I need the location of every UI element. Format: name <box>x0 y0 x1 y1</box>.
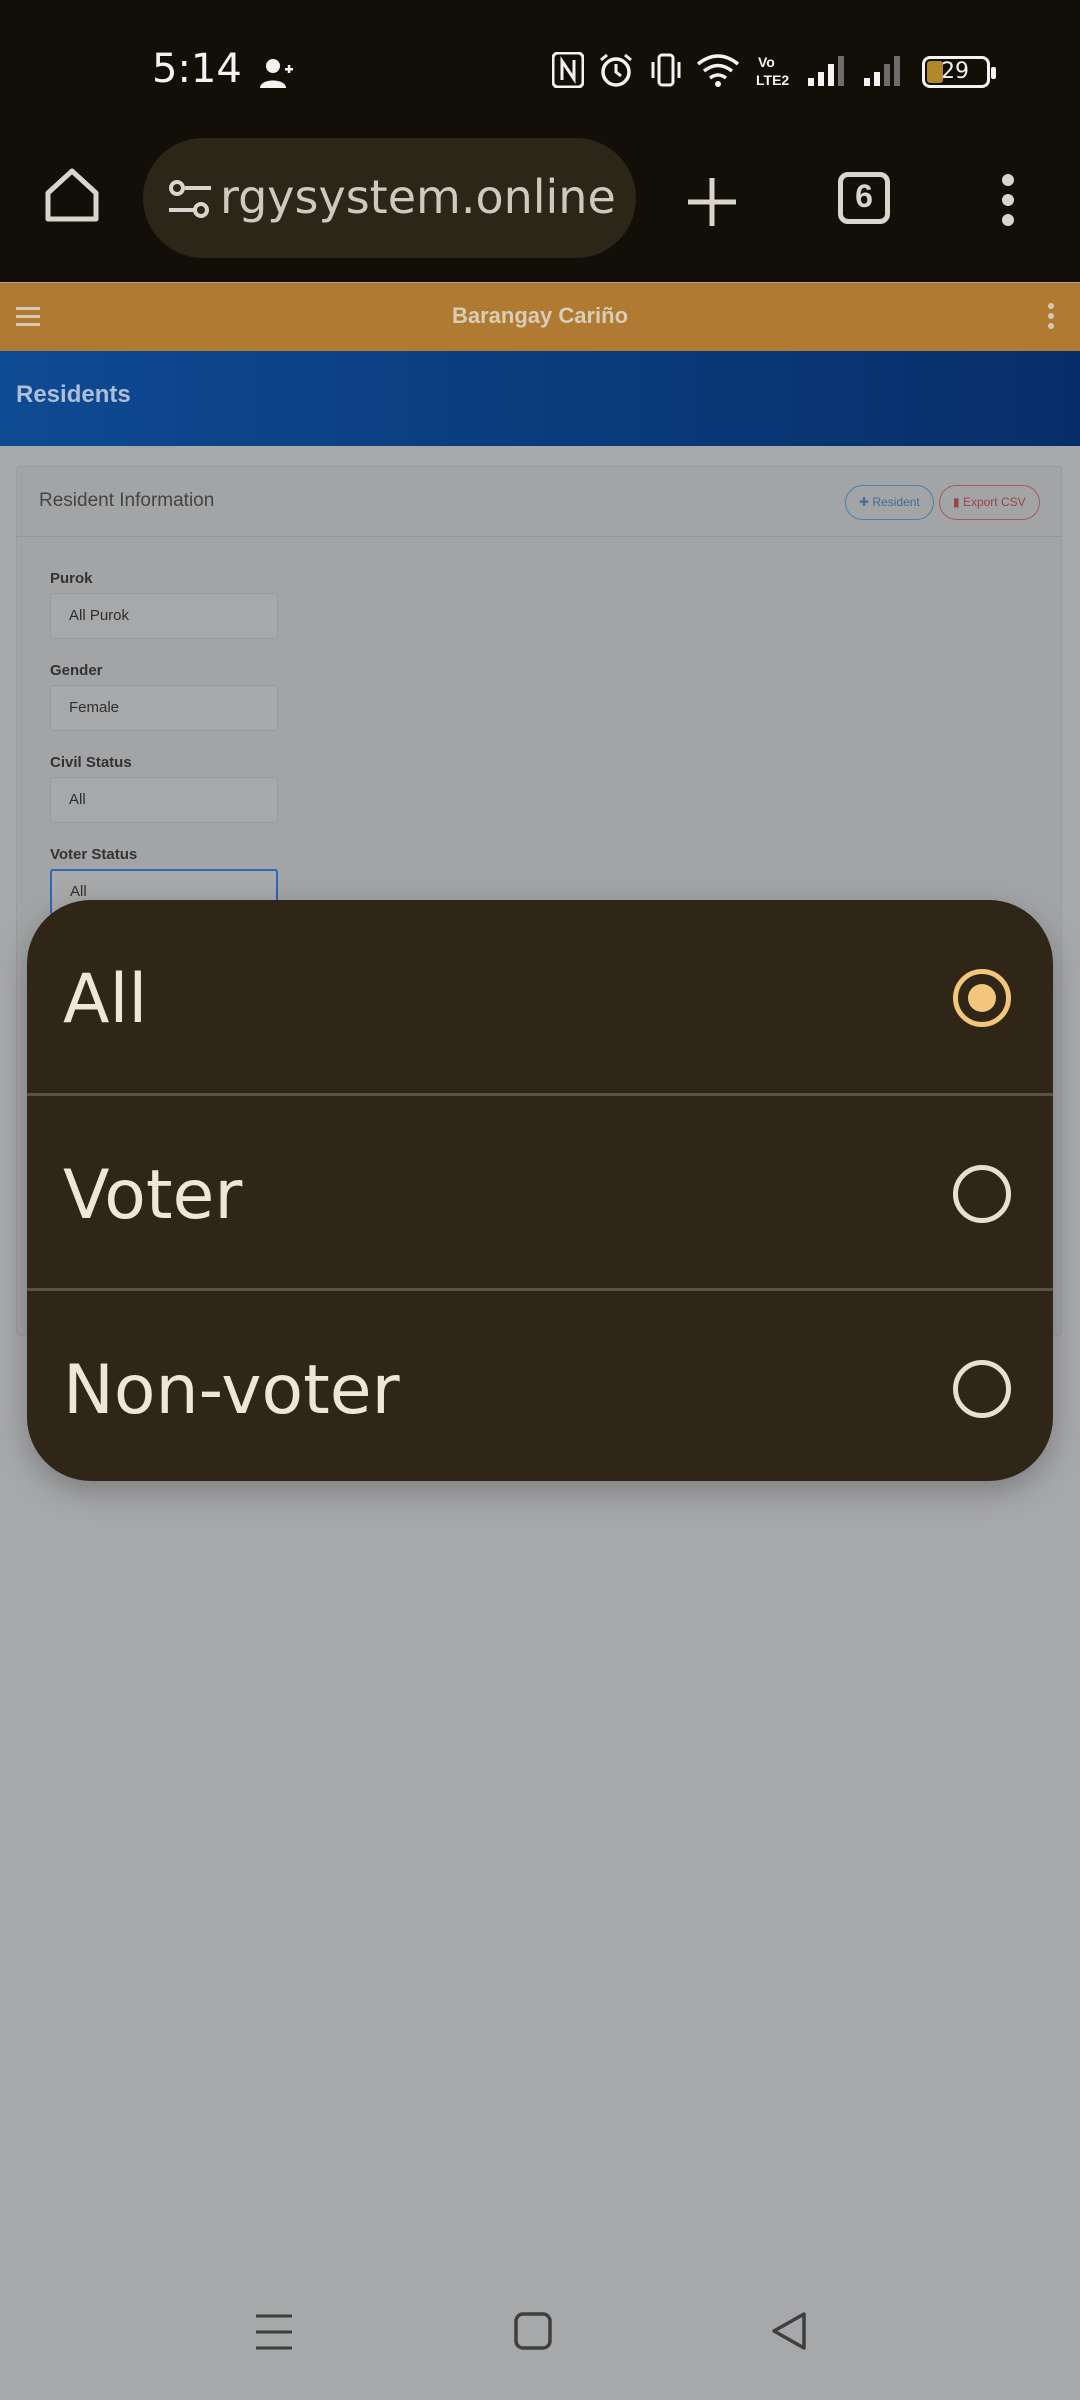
add-resident-label: Resident <box>872 495 920 509</box>
plus-icon: ✚ <box>859 495 870 509</box>
address-bar[interactable]: rgysystem.online <box>143 138 636 258</box>
signal-icon <box>808 56 844 86</box>
option-non-voter[interactable]: Non-voter <box>27 1291 1053 1481</box>
purok-filter: Purok All Purok <box>50 570 278 639</box>
signal-icon <box>864 56 900 86</box>
card-title: Resident Information <box>39 490 215 511</box>
purok-select[interactable]: All Purok <box>50 593 278 639</box>
new-tab-icon[interactable] <box>686 176 738 228</box>
radio-checked-icon[interactable] <box>953 969 1011 1027</box>
vibrate-icon <box>651 53 681 87</box>
tab-count: 6 <box>855 178 873 214</box>
nfc-icon <box>552 52 584 88</box>
option-all[interactable]: All <box>27 900 1053 1094</box>
svg-text:LTE2: LTE2 <box>756 72 789 88</box>
more-icon[interactable] <box>1048 303 1056 331</box>
home-icon[interactable] <box>42 165 102 225</box>
option-label: Voter <box>63 1156 243 1235</box>
export-csv-button[interactable]: ▮ Export CSV <box>939 485 1040 520</box>
volte-icon: Vo LTE2 <box>756 54 789 88</box>
overflow-menu-icon[interactable] <box>996 172 1020 228</box>
file-icon: ▮ <box>953 495 960 509</box>
recents-icon[interactable] <box>254 2312 294 2352</box>
add-resident-button[interactable]: ✚ Resident <box>845 485 934 520</box>
system-nav-bar <box>0 2290 1080 2380</box>
clock: 5:14 <box>152 46 242 92</box>
gender-filter: Gender Female <box>50 662 278 731</box>
browser-toolbar: rgysystem.online 6 <box>0 110 1080 282</box>
url-text: rgysystem.online <box>220 170 616 224</box>
radio-unchecked-icon[interactable] <box>953 1360 1011 1418</box>
option-label: Non-voter <box>63 1351 400 1430</box>
radio-unchecked-icon[interactable] <box>953 1165 1011 1223</box>
civil-status-label: Civil Status <box>50 754 132 771</box>
home-nav-icon[interactable] <box>512 2310 554 2352</box>
back-icon[interactable] <box>768 2310 810 2352</box>
card-header: Resident Information ✚ Resident ▮ Export… <box>17 467 1061 537</box>
gender-label: Gender <box>50 662 103 679</box>
civil-status-select[interactable]: All <box>50 777 278 823</box>
voter-status-picker: All Voter Non-voter <box>27 900 1053 1481</box>
option-voter[interactable]: Voter <box>27 1096 1053 1290</box>
section-title: Residents <box>16 381 131 408</box>
tab-switcher-button[interactable]: 6 <box>838 172 890 224</box>
app-title: Barangay Cariño <box>451 303 629 328</box>
battery-level: 29 <box>941 59 969 84</box>
option-label: All <box>63 960 148 1039</box>
person-add-icon <box>260 59 293 88</box>
wifi-icon <box>696 54 740 87</box>
civil-status-filter: Civil Status All <box>50 754 278 823</box>
site-settings-icon[interactable] <box>167 176 213 222</box>
gender-select[interactable]: Female <box>50 685 278 731</box>
voter-status-label: Voter Status <box>50 846 138 863</box>
app-header: Barangay Cariño <box>0 283 1080 351</box>
battery-icon: 29 <box>922 56 996 88</box>
export-csv-label: Export CSV <box>962 495 1026 509</box>
svg-text:Vo: Vo <box>758 54 775 70</box>
purok-label: Purok <box>50 570 93 587</box>
alarm-icon <box>600 53 632 87</box>
section-header: Residents <box>0 351 1080 446</box>
